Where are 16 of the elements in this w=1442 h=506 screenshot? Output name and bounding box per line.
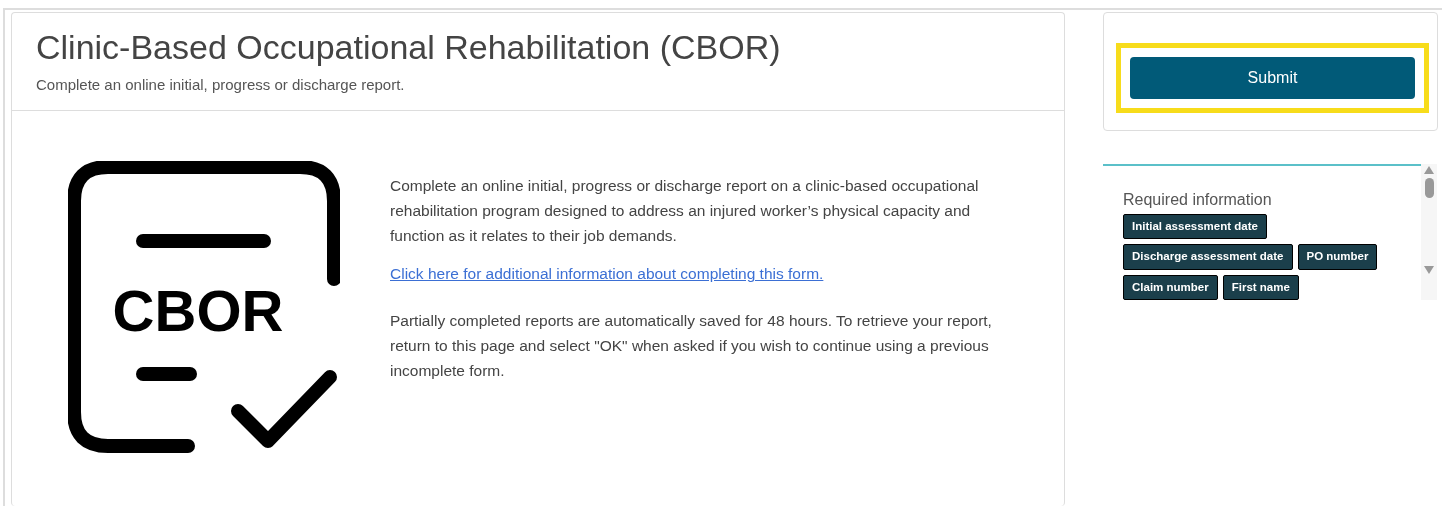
info-link[interactable]: Click here for additional information about completing this form. xyxy=(390,265,824,283)
required-field-tag: PO number xyxy=(1297,244,1378,270)
scroll-thumb[interactable] xyxy=(1424,178,1434,198)
scroll-down-icon[interactable] xyxy=(1424,266,1434,274)
required-field-tag: Claim number xyxy=(1123,274,1218,300)
required-info-title: Required information xyxy=(1123,190,1273,210)
page-subtitle: Complete an online initial, progress or discharge report. xyxy=(36,74,406,95)
save-note-text: Partially completed reports are automatically saved for 48 hours. To retrieve your report, return to this page and select "OK" when asked if you wish to continue using a previous incomplete form. xyxy=(390,311,993,382)
submit-button[interactable]: Submit xyxy=(1130,57,1415,99)
description-text: Complete an online initial, progress or discharge report on a clinic-based occupational rehabilitation program designed to address an injured worker’s physical capacity and function as it relates to their job demands. xyxy=(390,176,980,247)
required-field-tag: Initial assessment date xyxy=(1123,214,1267,240)
scroll-up-icon[interactable] xyxy=(1424,166,1434,174)
required-field-tag: First name xyxy=(1222,274,1299,300)
page-title: Clinic-Based Occupational Rehabilitation (CBOR) xyxy=(36,27,782,68)
scrollbar[interactable] xyxy=(1421,164,1437,300)
required-field-tag: Discharge assessment date xyxy=(1123,244,1293,270)
